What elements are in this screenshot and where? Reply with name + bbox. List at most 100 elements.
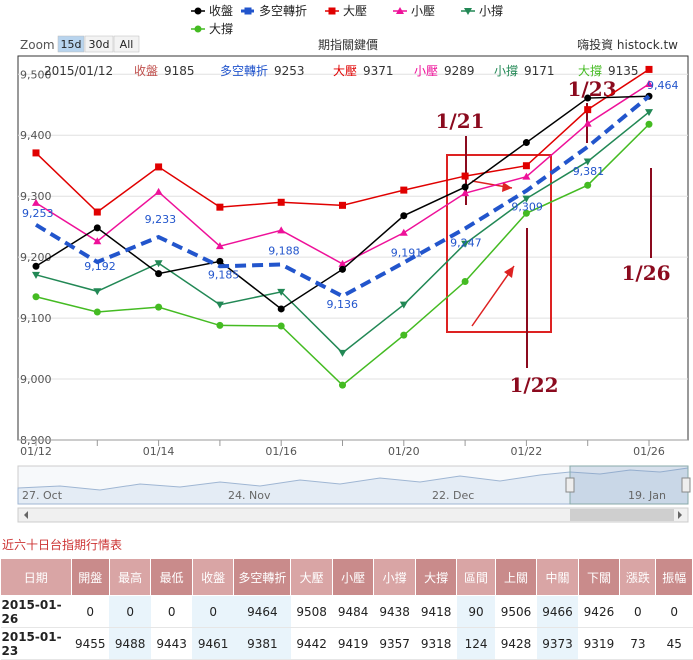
legend-item[interactable]: 大壓 <box>325 4 367 18</box>
table-cell: 9381 <box>233 627 291 660</box>
annotation-label: 1/26 <box>621 261 670 285</box>
data-point <box>338 349 347 357</box>
chart: 收盤 多空轉折 大壓 小壓 小撐大撐 Zoom 15d 30d All 期指關鍵價 嗨投資 … <box>17 3 691 523</box>
legend-item[interactable]: 多空轉折 <box>241 3 307 18</box>
table-cell: 73 <box>619 627 656 660</box>
table-cell: 9464 <box>233 595 291 628</box>
data-label: 9,247 <box>450 236 482 249</box>
data-label: 9,253 <box>22 207 54 220</box>
data-point <box>155 163 163 171</box>
table-cell: 9443 <box>150 627 193 660</box>
table-cell: 2015-01-23 <box>0 627 72 660</box>
chart-title: 期指關鍵價 <box>318 37 378 52</box>
annotation-arrowhead <box>504 266 514 278</box>
info-value: 多空轉折 9253 <box>220 63 305 78</box>
navigator-label: 22. Dec <box>432 489 474 502</box>
x-tick-label: 01/14 <box>143 445 175 458</box>
table-cell: 9484 <box>332 595 374 628</box>
table-header-cell: 小壓 <box>331 558 375 596</box>
data-point <box>277 305 285 313</box>
data-label: 9,233 <box>145 213 177 226</box>
table-header-cell: 漲跌 <box>619 558 657 596</box>
navigator-label: 27. Oct <box>22 489 63 502</box>
table-cell: 9318 <box>415 627 457 660</box>
scrollbar-thumb[interactable] <box>570 509 674 521</box>
info-value: 大撐 9135 <box>578 64 639 78</box>
info-value: 收盤 9185 <box>134 64 195 78</box>
zoom-button-All[interactable]: All <box>113 35 140 53</box>
data-label: 9,188 <box>268 244 300 257</box>
zoom-selector: Zoom 15d 30d All <box>20 35 140 53</box>
data-point <box>400 331 408 339</box>
annotation-label: 1/21 <box>435 109 484 133</box>
zoom-button-15d[interactable]: 15d <box>57 35 85 53</box>
table-header-cell: 下關 <box>577 558 621 596</box>
legend-label: 小壓 <box>411 4 435 18</box>
annotation-arrow <box>471 265 515 327</box>
data-point <box>93 208 101 216</box>
y-tick-label: 9,200 <box>20 251 52 264</box>
data-point <box>645 65 653 73</box>
navigator-handle-right[interactable] <box>681 477 691 493</box>
legend-marker <box>328 7 336 15</box>
legend-item[interactable]: 大撐 <box>191 22 233 36</box>
x-tick-label: 01/20 <box>388 445 420 458</box>
quote-table: 日期 開盤 最高 最低 收盤 多空轉折 大壓 小壓 小撐 大撐 區間 上關 中關 下關 漲跌 振幅 2015-… <box>0 558 693 660</box>
data-point <box>216 257 224 265</box>
series-line <box>35 111 650 354</box>
legend: 收盤 多空轉折 大壓 小壓 小撐大撐 <box>191 3 503 36</box>
data-point <box>155 270 163 278</box>
legend-marker <box>194 7 202 15</box>
table-header-cell: 最高 <box>108 558 152 596</box>
data-label: 9,309 <box>511 201 543 214</box>
data-label: 9,464 <box>647 79 679 92</box>
legend-marker <box>244 7 252 15</box>
data-point <box>216 203 224 211</box>
data-point <box>461 183 469 191</box>
data-point <box>32 293 40 301</box>
data-point <box>400 186 408 194</box>
data-point <box>155 303 163 311</box>
info-date: 2015/01/12 <box>44 64 113 78</box>
table-cell: 9442 <box>290 627 333 660</box>
x-tick-label: 01/26 <box>633 445 665 458</box>
legend-item[interactable]: 收盤 <box>191 4 233 18</box>
data-point <box>584 106 592 114</box>
legend-item[interactable]: 小壓 <box>393 4 435 18</box>
series-line <box>35 83 650 265</box>
zoom-label: Zoom <box>20 38 55 52</box>
table-cell: 9426 <box>578 595 620 628</box>
table-cell: 0 <box>109 595 151 628</box>
table-cell: 9319 <box>578 627 620 660</box>
table-cell: 90 <box>456 595 496 628</box>
brand-text: 嗨投資 histock.tw <box>577 37 678 52</box>
table-header-cell: 收盤 <box>191 558 235 596</box>
table-cell: 0 <box>192 595 234 628</box>
table-header-cell: 大撐 <box>414 558 458 596</box>
data-label: 9,381 <box>573 165 605 178</box>
data-point <box>522 162 530 170</box>
zoom-button-30d[interactable]: 30d <box>84 35 114 53</box>
table-cell: 0 <box>655 595 693 628</box>
table-header-cell: 中關 <box>536 558 579 596</box>
table-cell: 9461 <box>192 627 234 660</box>
navigator-handle-left[interactable] <box>565 477 575 493</box>
data-point <box>400 212 408 220</box>
table-cell: 0 <box>150 595 193 628</box>
table-cell: 9438 <box>373 595 416 628</box>
data-point <box>584 94 592 102</box>
data-point <box>93 224 101 232</box>
data-point <box>154 187 163 195</box>
navigator[interactable]: 27. Oct 24. Nov 22. Dec 19. Jan <box>17 465 691 523</box>
annotation-label: 1/22 <box>509 373 558 397</box>
table-cell: 0 <box>71 595 110 628</box>
legend-item[interactable]: 小撐 <box>461 4 503 18</box>
table-cell: 9428 <box>495 627 537 660</box>
x-tick-label: 01/16 <box>265 445 297 458</box>
table-body: 2015-01-26 0 0 0 0 9464 9508 9484 9438 9418 90 9506… <box>0 595 693 660</box>
table-cell: 9466 <box>536 595 579 628</box>
legend-label: 小撐 <box>479 4 503 18</box>
data-point <box>522 139 530 147</box>
table-cell: 0 <box>619 595 656 628</box>
data-point <box>461 278 469 286</box>
